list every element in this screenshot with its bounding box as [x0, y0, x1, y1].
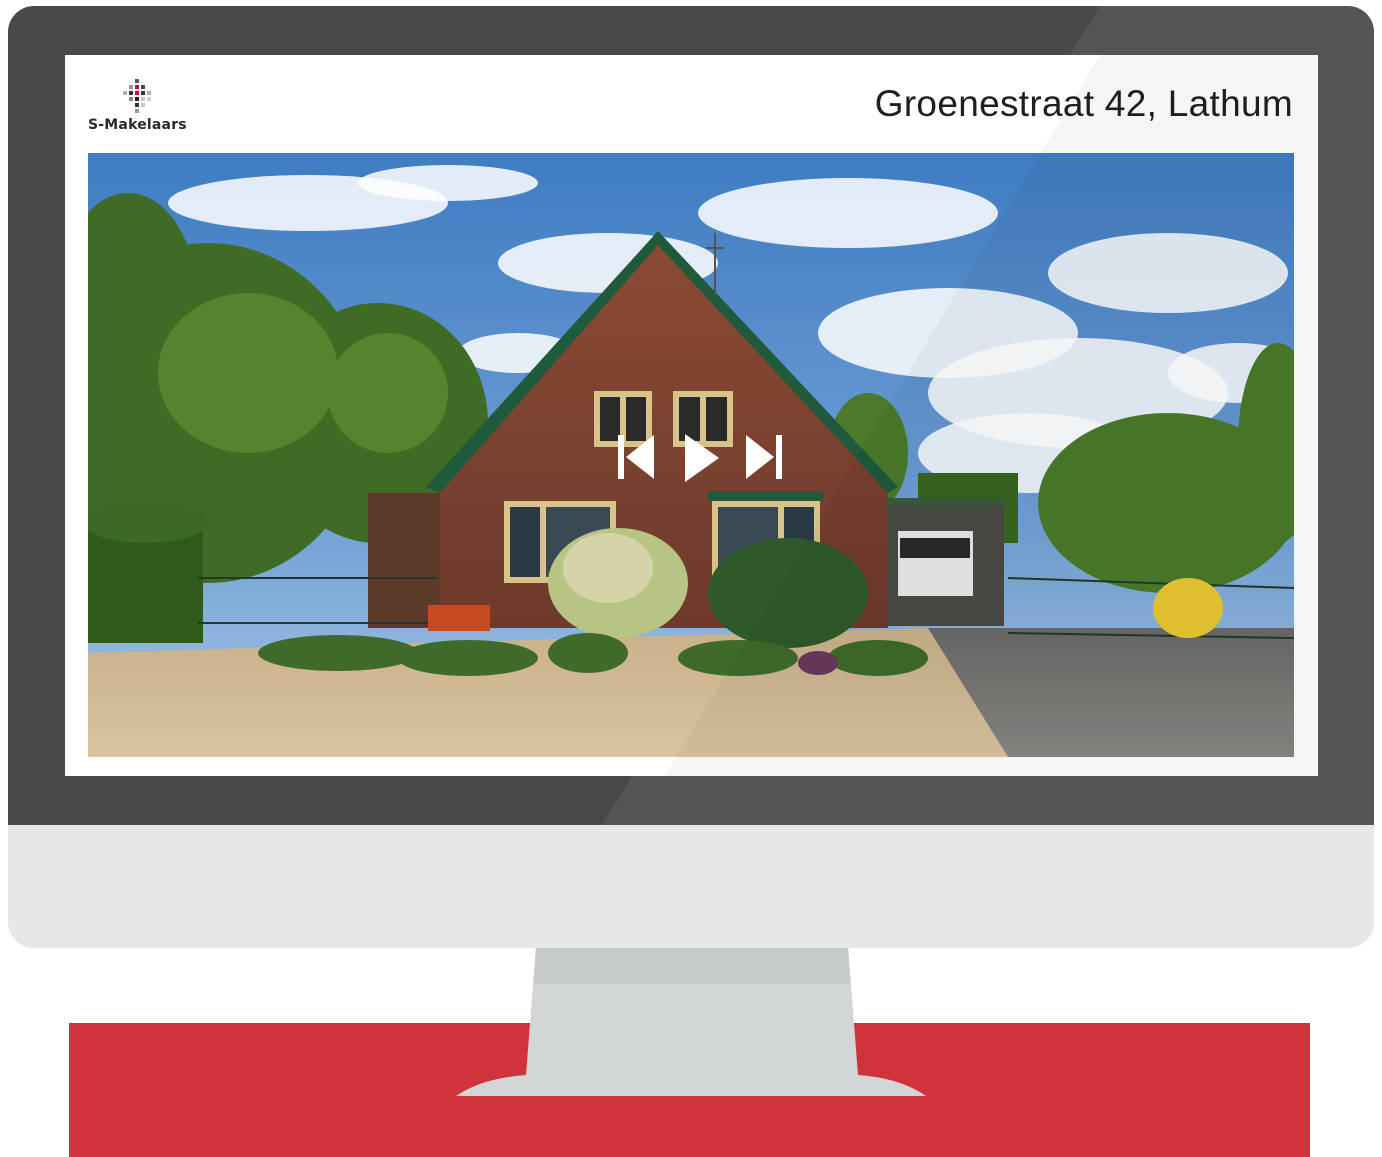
logo-grid-icon: [123, 79, 151, 113]
listing-address-title: Groenestraat 42, Lathum: [874, 83, 1293, 124]
monitor-chin: [8, 825, 1374, 948]
monitor-frame: S-Makelaars Groenestraat 42, Lathum: [8, 6, 1374, 948]
monitor-screen: S-Makelaars Groenestraat 42, Lathum: [65, 55, 1318, 776]
slideshow-controls: [616, 433, 786, 483]
play-icon[interactable]: [683, 433, 721, 483]
skip-next-icon[interactable]: [744, 433, 784, 481]
skip-previous-icon[interactable]: [616, 433, 656, 481]
property-photo[interactable]: [88, 153, 1294, 757]
s-makelaars-logo[interactable]: S-Makelaars: [88, 75, 198, 135]
logo-wordmark: S-Makelaars: [88, 117, 187, 133]
